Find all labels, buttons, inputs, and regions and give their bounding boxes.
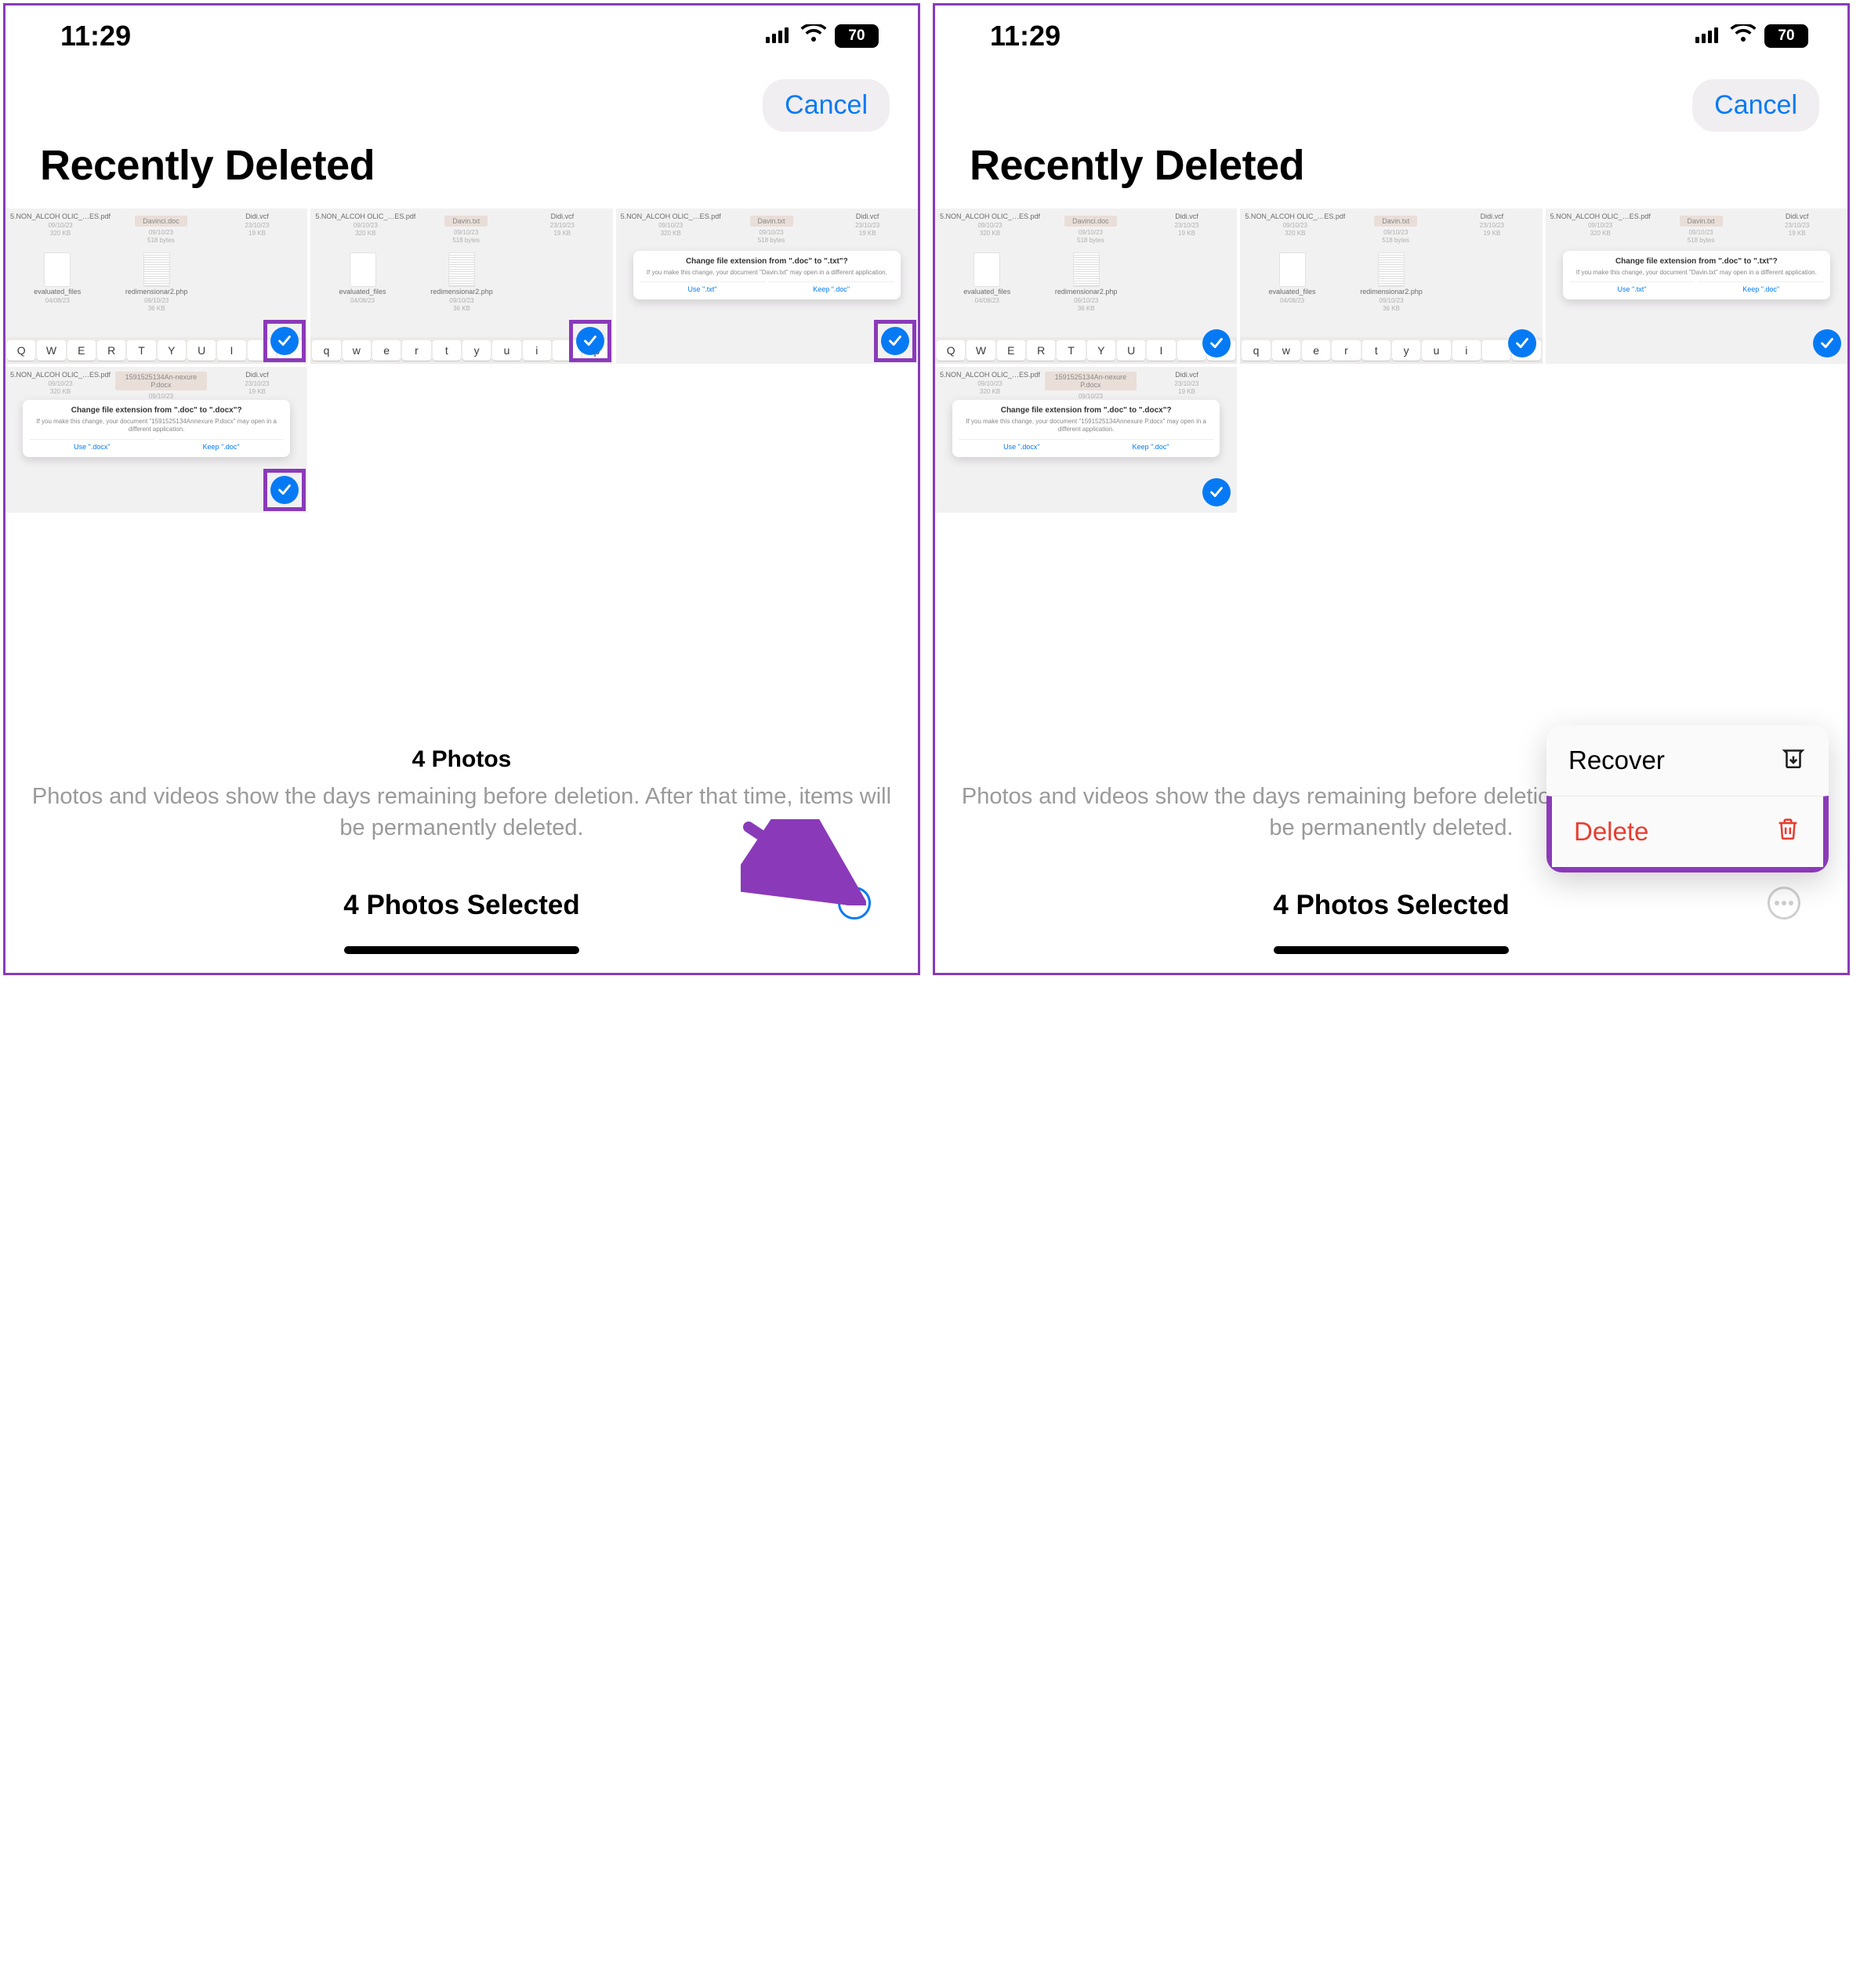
cellular-icon bbox=[1695, 23, 1722, 49]
recover-icon bbox=[1780, 744, 1807, 777]
photo-thumb[interactable]: 5.NON_ALCOH OLIC_…ES.pdf09/10/23320 KB 1… bbox=[5, 367, 307, 513]
photo-grid: 5.NON_ALCOH OLIC_…ES.pdf09/10/23320 KB D… bbox=[5, 209, 918, 513]
delete-label: Delete bbox=[1574, 817, 1648, 847]
page-title: Recently Deleted bbox=[935, 136, 1847, 209]
photo-grid: 5.NON_ALCOH OLIC_…ES.pdf09/10/23320 KB D… bbox=[935, 209, 1847, 513]
status-time: 11:29 bbox=[60, 20, 131, 53]
action-sheet: Recover Delete bbox=[1546, 725, 1829, 872]
photo-thumb[interactable]: 5.NON_ALCOH OLIC_…ES.pdf09/10/23320 KB D… bbox=[616, 209, 918, 364]
status-bar: 11:29 70 bbox=[935, 5, 1847, 59]
page-title: Recently Deleted bbox=[5, 136, 918, 209]
photo-thumb[interactable]: 5.NON_ALCOH OLIC_…ES.pdf09/10/23320 KB D… bbox=[5, 209, 307, 364]
highlight-annotation bbox=[263, 320, 306, 362]
photo-thumb[interactable]: 5.NON_ALCOH OLIC_…ES.pdf09/10/23320 KB D… bbox=[310, 209, 612, 364]
screenshot-left: 11:29 70 Cancel Recently Deleted 5.NON_A… bbox=[3, 3, 920, 975]
battery-icon: 70 bbox=[1764, 24, 1808, 48]
status-right: 70 bbox=[766, 23, 879, 49]
selection-check-icon bbox=[270, 327, 299, 355]
footer-count: 4 Photos bbox=[29, 746, 894, 773]
highlight-annotation bbox=[263, 469, 306, 511]
highlight-annotation bbox=[874, 320, 916, 362]
footer-subtitle: Photos and videos show the days remainin… bbox=[29, 781, 894, 844]
selection-count: 4 Photos Selected bbox=[343, 890, 579, 921]
status-right: 70 bbox=[1695, 23, 1808, 49]
photo-thumb[interactable]: 5.NON_ALCOH OLIC_…ES.pdf09/10/23320 KB D… bbox=[1546, 209, 1847, 364]
recover-button[interactable]: Recover bbox=[1546, 725, 1829, 796]
footer: 4 Photos Photos and videos show the days… bbox=[5, 746, 918, 973]
cellular-icon bbox=[766, 23, 792, 49]
cancel-button[interactable]: Cancel bbox=[763, 79, 890, 132]
recover-label: Recover bbox=[1568, 746, 1665, 775]
selection-check-icon bbox=[1813, 329, 1841, 357]
more-button[interactable] bbox=[838, 887, 871, 920]
selection-check-icon bbox=[881, 327, 909, 355]
highlight-annotation bbox=[569, 320, 611, 362]
delete-button[interactable]: Delete bbox=[1546, 796, 1829, 872]
photo-thumb[interactable]: 5.NON_ALCOH OLIC_…ES.pdf09/10/23320 KB D… bbox=[1240, 209, 1542, 364]
status-bar: 11:29 70 bbox=[5, 5, 918, 59]
nav-bar: Cancel bbox=[935, 59, 1847, 136]
wifi-icon bbox=[800, 23, 827, 49]
screenshot-right: 11:29 70 Cancel Recently Deleted 5.NON_A… bbox=[933, 3, 1850, 975]
photo-thumb[interactable]: 5.NON_ALCOH OLIC_…ES.pdf09/10/23320 KB 1… bbox=[935, 367, 1237, 513]
wifi-icon bbox=[1730, 23, 1757, 49]
battery-icon: 70 bbox=[835, 24, 879, 48]
more-button[interactable] bbox=[1768, 887, 1800, 920]
trash-icon bbox=[1775, 815, 1801, 848]
home-indicator bbox=[1274, 946, 1509, 954]
selection-count: 4 Photos Selected bbox=[1273, 890, 1509, 921]
cancel-button[interactable]: Cancel bbox=[1692, 79, 1819, 132]
status-time: 11:29 bbox=[990, 20, 1061, 53]
selection-check-icon bbox=[576, 327, 604, 355]
photo-thumb[interactable]: 5.NON_ALCOH OLIC_…ES.pdf09/10/23320 KB D… bbox=[935, 209, 1237, 364]
selection-check-icon bbox=[270, 476, 299, 504]
selection-check-icon bbox=[1508, 329, 1536, 357]
home-indicator bbox=[344, 946, 579, 954]
nav-bar: Cancel bbox=[5, 59, 918, 136]
